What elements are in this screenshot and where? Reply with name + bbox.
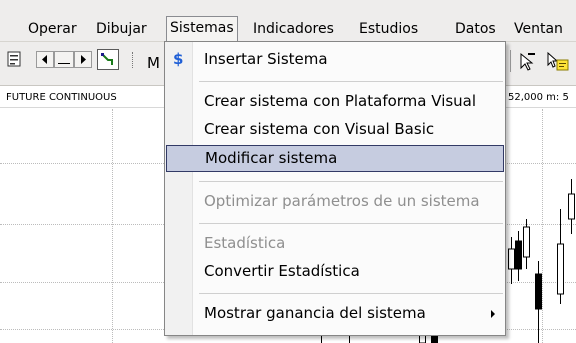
menu-separator [199,81,503,82]
menu-dibujar[interactable]: Dibujar [96,18,147,40]
properties-icon[interactable] [6,49,24,69]
chart-symbol-label: FUTURE CONTINUOUS [6,92,117,103]
menu-separator [199,293,503,294]
menu-item-label: Mostrar ganancia del sistema [204,304,426,322]
menu-item-label: Insertar Sistema [204,50,328,68]
menu-item-insertar-sistema[interactable]: $ Insertar Sistema [165,46,505,73]
menu-item-label: Crear sistema con Visual Basic [204,120,435,138]
submenu-arrow-icon [491,310,495,318]
menu-ventana[interactable]: Ventan [514,18,563,40]
menu-item-crear-plataforma-visual[interactable]: Crear sistema con Plataforma Visual [165,88,505,115]
menu-estudios[interactable]: Estudios [359,18,418,40]
menu-indicadores[interactable]: Indicadores [253,18,334,40]
toolbar-separator [132,52,134,68]
menu-operar[interactable]: Operar [28,18,77,40]
dollar-icon: $ [173,50,184,68]
pointer-tool-icon[interactable] [518,51,538,71]
menu-item-label: Optimizar parámetros de un sistema [204,192,480,210]
menu-item-label: Crear sistema con Plataforma Visual [204,92,477,110]
sistemas-dropdown-menu: $ Insertar Sistema Crear sistema con Pla… [164,41,506,336]
toolbar-separator [510,50,512,72]
scroll-middle-button[interactable] [54,51,74,68]
menu-bar: Operar Dibujar Sistemas Indicadores Estu… [0,0,576,42]
scroll-right-button[interactable] [74,51,92,68]
menu-item-crear-visual-basic[interactable]: Crear sistema con Visual Basic [165,116,505,143]
menu-datos[interactable]: Datos [455,18,496,40]
chart-info-label: 52,000 m: 5 [508,92,569,103]
menu-sistemas[interactable]: Sistemas [166,16,238,42]
menu-separator [199,223,503,224]
menu-item-label: Modificar sistema [205,149,338,167]
toolbar-combo[interactable]: M [147,54,160,72]
menu-item-label: Convertir Estadística [204,262,360,280]
scroll-left-button[interactable] [36,51,54,68]
annotation-tool-icon[interactable] [546,51,570,73]
menu-item-modificar-sistema[interactable]: Modificar sistema [166,145,504,172]
menu-item-estadistica: Estadística [165,230,505,257]
menu-item-convertir-estadistica[interactable]: Convertir Estadística [165,258,505,285]
menu-item-mostrar-ganancia[interactable]: Mostrar ganancia del sistema [165,300,505,327]
menu-item-label: Estadística [204,234,286,252]
menu-item-optimizar-parametros: Optimizar parámetros de un sistema [165,188,505,215]
chart-arrow-tool-icon[interactable] [97,49,119,70]
menu-separator [199,181,503,182]
